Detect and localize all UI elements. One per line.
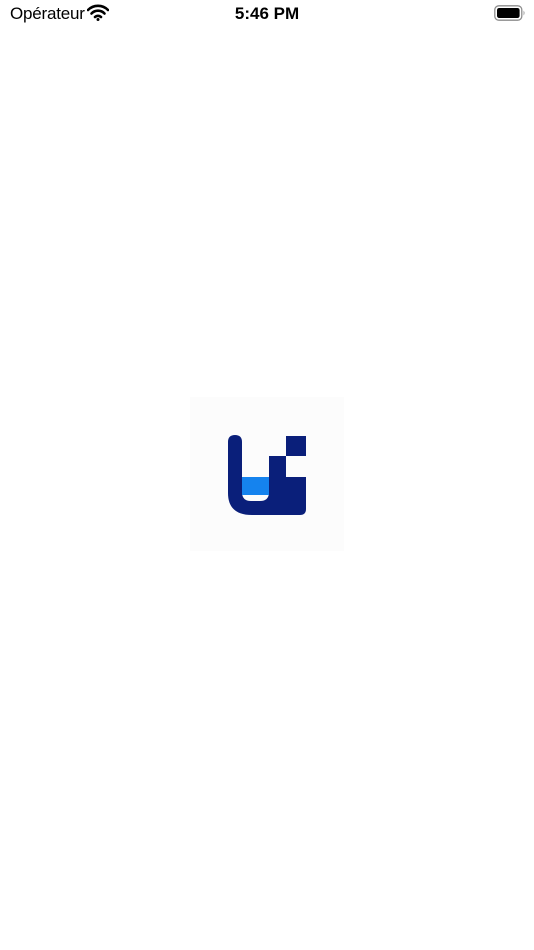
status-bar: Opérateur 5:46 PM [0, 0, 534, 28]
app-logo [190, 397, 344, 551]
battery-icon [494, 5, 526, 21]
splash-screen: Opérateur 5:46 PM [0, 0, 534, 950]
status-time: 5:46 PM [234, 4, 300, 23]
